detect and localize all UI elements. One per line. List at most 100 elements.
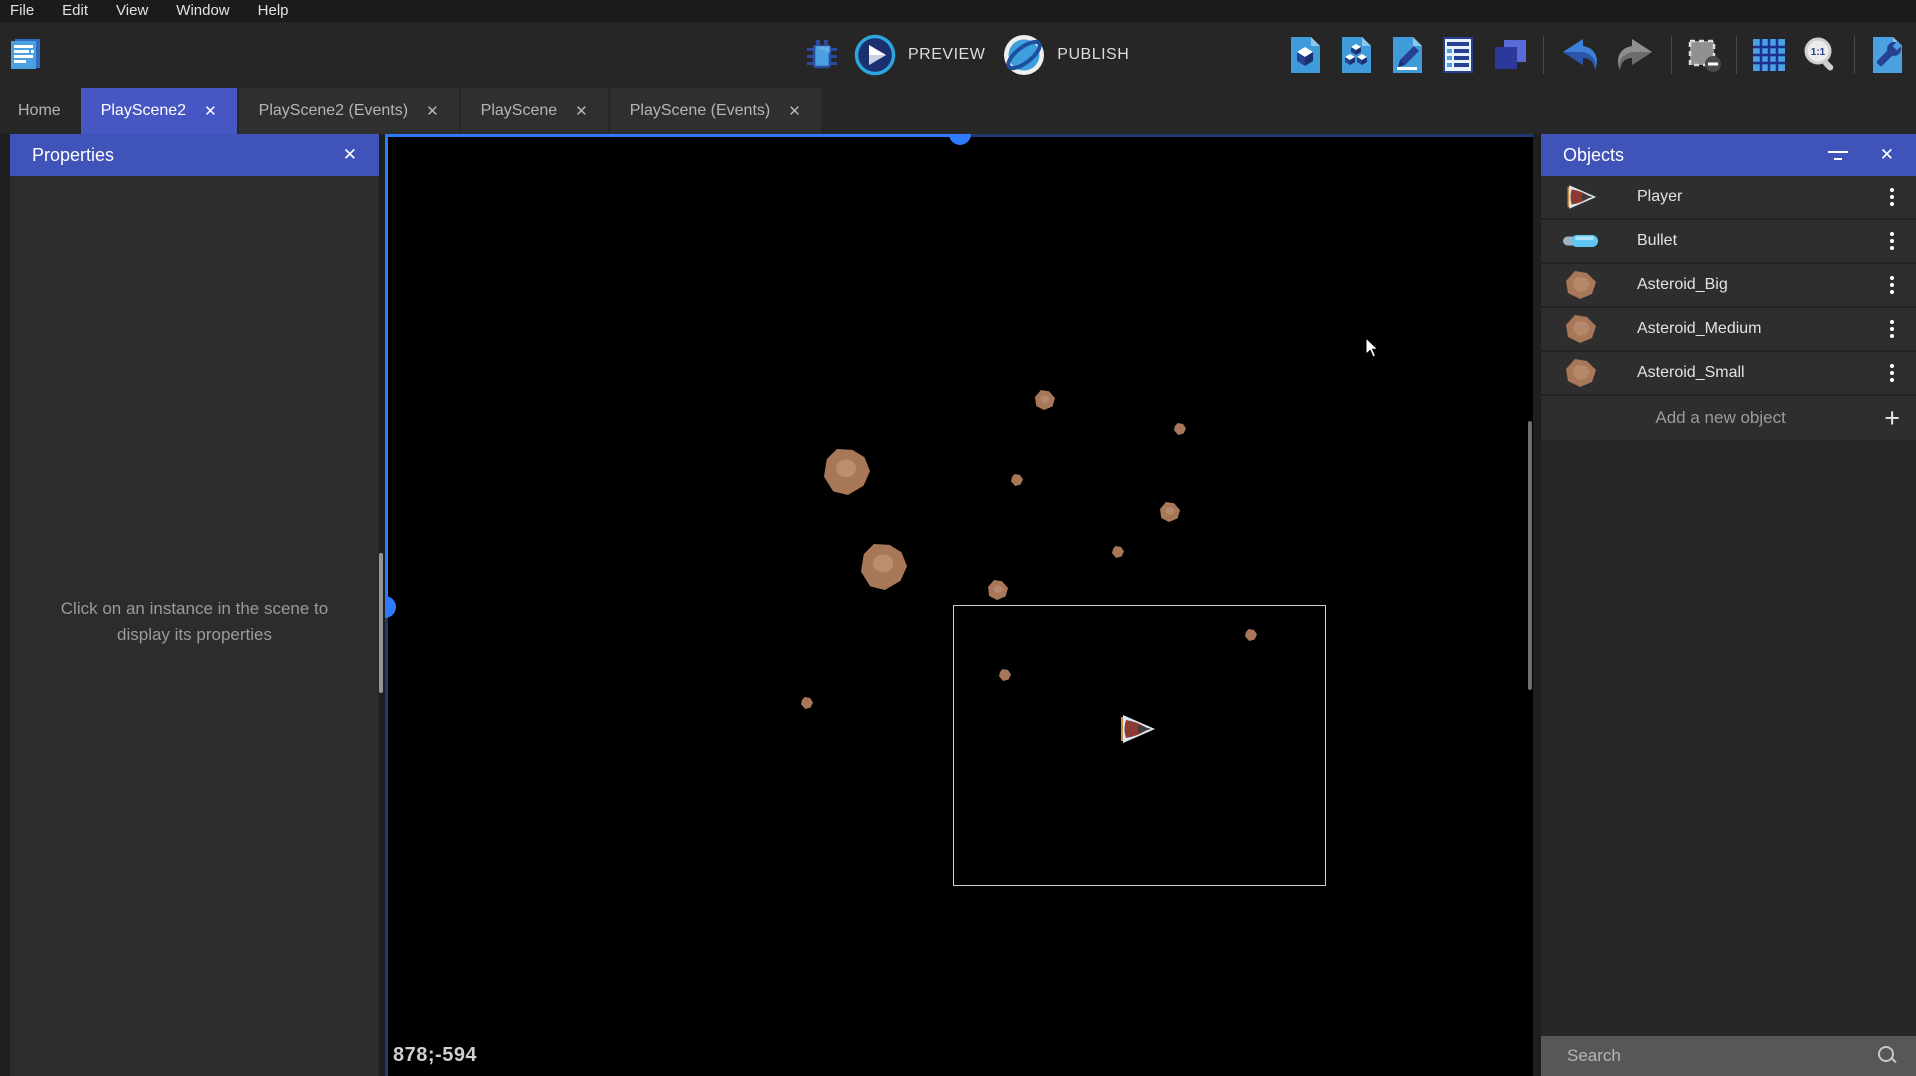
objects-editor-icon: [1286, 35, 1324, 75]
objects-editor-button[interactable]: [1286, 35, 1324, 75]
close-icon[interactable]: ✕: [788, 102, 801, 120]
tab-bar: Home PlayScene2 ✕ PlayScene2 (Events) ✕ …: [0, 88, 1916, 134]
object-row[interactable]: Bullet: [1541, 220, 1916, 264]
object-menu-button[interactable]: [1886, 316, 1898, 342]
search-input[interactable]: [1541, 1046, 1876, 1066]
publish-label[interactable]: PUBLISH: [1057, 46, 1129, 64]
close-icon[interactable]: ✕: [204, 102, 217, 120]
object-name: Asteroid_Big: [1637, 276, 1886, 294]
menu-item[interactable]: View: [102, 0, 162, 22]
object-menu-button[interactable]: [1886, 228, 1898, 254]
grid-icon: [1750, 36, 1788, 74]
objects-panel-title: Objects: [1563, 145, 1828, 166]
zoom-1-1-icon: 1:1: [1801, 35, 1841, 75]
project-manager-icon: [8, 36, 44, 72]
preview-button[interactable]: [854, 34, 896, 76]
preview-label[interactable]: PREVIEW: [908, 46, 985, 64]
undo-button[interactable]: [1557, 37, 1601, 73]
asteroid-instance[interactable]: [1011, 474, 1023, 486]
menu-bar: FileEditViewWindowHelp: [0, 0, 1916, 22]
object-row[interactable]: Asteroid_Small: [1541, 352, 1916, 396]
close-icon[interactable]: ✕: [1874, 143, 1900, 167]
tab-playscene[interactable]: PlayScene ✕: [461, 88, 608, 134]
menu-item[interactable]: File: [0, 0, 48, 22]
canvas-hscroll-thumb[interactable]: [949, 134, 971, 145]
menu-item[interactable]: Window: [162, 0, 243, 22]
instances-list-button[interactable]: [1439, 35, 1477, 75]
grid-button[interactable]: [1750, 36, 1788, 74]
svg-text:1:1: 1:1: [1811, 47, 1826, 58]
close-icon[interactable]: ✕: [575, 102, 588, 120]
tab-label: PlayScene (Events): [630, 102, 771, 120]
close-icon[interactable]: ✕: [426, 102, 439, 120]
project-manager-button[interactable]: [8, 36, 44, 72]
debug-bug-icon: [802, 35, 842, 75]
settings-wrench-icon: [1868, 35, 1906, 75]
toolbar-divider: [1854, 36, 1855, 74]
selection-mask-button[interactable]: [1685, 36, 1723, 74]
tab-label: PlayScene: [481, 102, 558, 120]
object-menu-button[interactable]: [1886, 184, 1898, 210]
object-menu-button[interactable]: [1886, 272, 1898, 298]
asteroid-instance[interactable]: [1174, 423, 1186, 435]
canvas-vscroll-thumb[interactable]: [385, 596, 396, 618]
publish-button[interactable]: [1003, 34, 1045, 76]
toolbar-divider: [1736, 36, 1737, 74]
toolbar: PREVIEW PUBLISH: [0, 22, 1916, 88]
asteroid-instance[interactable]: [988, 580, 1008, 600]
tab-label: PlayScene2: [101, 102, 186, 120]
asteroid-icon: [1561, 313, 1601, 345]
player-ship-instance[interactable]: [1118, 714, 1156, 744]
object-groups-button[interactable]: [1337, 35, 1375, 75]
asteroid-icon: [1561, 357, 1601, 389]
bullet-icon: [1561, 225, 1601, 257]
redo-button[interactable]: [1614, 37, 1658, 73]
object-name: Asteroid_Small: [1637, 364, 1886, 382]
object-row[interactable]: Asteroid_Medium: [1541, 308, 1916, 352]
asteroid-icon: [1561, 269, 1601, 301]
object-name: Asteroid_Medium: [1637, 320, 1886, 338]
close-icon[interactable]: ✕: [337, 143, 363, 167]
asteroid-instance[interactable]: [801, 697, 813, 709]
preview-play-icon: [854, 34, 896, 76]
object-search-bar: [1541, 1036, 1916, 1076]
layers-icon: [1490, 35, 1530, 75]
asteroid-instance[interactable]: [1112, 546, 1124, 558]
properties-empty-message: Click on an instance in the scene to dis…: [40, 596, 350, 649]
undo-icon: [1557, 37, 1601, 73]
tab-playscene2[interactable]: PlayScene2 ✕: [81, 88, 237, 134]
asteroid-instance[interactable]: [1160, 502, 1180, 522]
object-row[interactable]: Asteroid_Big: [1541, 264, 1916, 308]
zoom-reset-button[interactable]: 1:1: [1801, 35, 1841, 75]
canvas-vscroll-fill: [385, 134, 388, 607]
filter-icon[interactable]: [1828, 151, 1848, 160]
canvas-right-scrollbar[interactable]: [1528, 421, 1532, 690]
redo-icon: [1614, 37, 1658, 73]
layers-button[interactable]: [1490, 35, 1530, 75]
plus-icon[interactable]: +: [1884, 405, 1900, 432]
main-area: Properties ✕ Click on an instance in the…: [0, 134, 1916, 1076]
canvas-hscroll-fill: [385, 134, 960, 137]
object-row[interactable]: Player: [1541, 176, 1916, 220]
debug-button[interactable]: [802, 35, 842, 75]
asteroid-instance[interactable]: [861, 544, 907, 590]
toolbar-divider: [1543, 36, 1544, 74]
search-icon[interactable]: [1876, 1045, 1898, 1067]
settings-button[interactable]: [1868, 35, 1906, 75]
tab-label: PlayScene2 (Events): [259, 102, 408, 120]
tab-home[interactable]: Home: [0, 88, 79, 134]
toolbar-divider: [1671, 36, 1672, 74]
edit-scene-button[interactable]: [1388, 35, 1426, 75]
asteroid-instance[interactable]: [824, 449, 870, 495]
scene-canvas[interactable]: 878;-594: [385, 134, 1533, 1076]
object-menu-button[interactable]: [1886, 360, 1898, 386]
tab-playscene2-events-[interactable]: PlayScene2 (Events) ✕: [239, 88, 459, 134]
tab-playscene-events-[interactable]: PlayScene (Events) ✕: [610, 88, 821, 134]
objects-panel: Objects ✕ Player Bullet Asteroid_Big Ast…: [1541, 134, 1916, 1076]
asteroid-instance[interactable]: [1035, 390, 1055, 410]
menu-item[interactable]: Help: [244, 0, 303, 22]
add-object-row[interactable]: Add a new object +: [1541, 396, 1916, 440]
properties-scrollbar[interactable]: [379, 553, 383, 693]
camera-bounds-rect: [953, 605, 1326, 886]
menu-item[interactable]: Edit: [48, 0, 102, 22]
